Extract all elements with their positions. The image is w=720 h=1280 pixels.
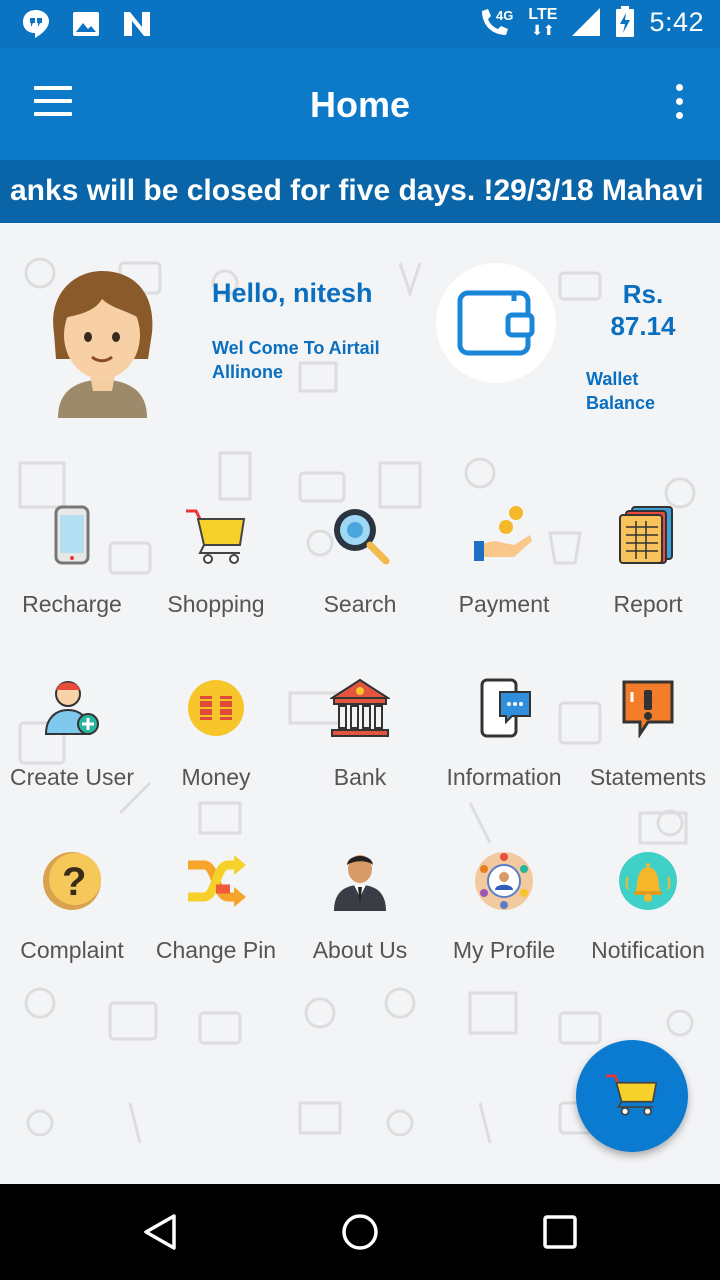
grid-label: My Profile [452, 937, 556, 963]
home-content: Hello, nitesh Wel Come To Airtail Allino… [0, 223, 720, 1184]
shuffle-arrows-icon [188, 855, 246, 907]
grid-item-report[interactable]: Report [576, 505, 720, 635]
grid-label: Money [181, 764, 251, 790]
wallet-balance: Rs. 87.14 [588, 278, 698, 342]
grid-item-recharge[interactable]: Recharge [0, 505, 144, 635]
balance-amount: 87.14 [610, 311, 676, 341]
image-icon [73, 12, 99, 36]
page-title: Home [309, 84, 411, 125]
home-icon[interactable] [340, 1212, 380, 1252]
wallet-button[interactable] [436, 263, 556, 383]
recents-icon[interactable] [540, 1212, 580, 1252]
grid-label: Change Pin [155, 937, 277, 963]
grid-label: Report [613, 591, 683, 617]
welcome-text: Wel Come To Airtail Allinone [212, 338, 380, 382]
balance-currency: Rs. [622, 279, 664, 309]
grid-label: Notification [591, 937, 705, 963]
grid-item-complaint[interactable]: ? Complaint [0, 851, 144, 981]
add-user-icon [44, 681, 99, 735]
wallet-icon [457, 290, 535, 356]
grid-item-shopping[interactable]: Shopping [144, 505, 288, 635]
hand-coins-icon [474, 506, 532, 561]
greeting-text: Hello, nitesh [212, 278, 373, 308]
shopping-cart-icon [606, 1074, 658, 1116]
grid-item-statements[interactable]: Statements [576, 678, 720, 808]
grid-item-my-profile[interactable]: My Profile [432, 851, 576, 981]
grid-item-about-us[interactable]: About Us [288, 851, 432, 981]
question-icon: ? [43, 852, 101, 910]
wifi-call-icon: 4G [482, 8, 514, 35]
magnifier-icon [334, 509, 390, 565]
grid-label: Create User [10, 764, 134, 790]
grid-item-payment[interactable]: Payment [432, 505, 576, 635]
back-icon[interactable] [140, 1212, 180, 1252]
data-arrows-icon: ⬇⬆ [531, 22, 555, 38]
grid-item-information[interactable]: Information [432, 678, 576, 808]
status-bar: 4G LTE ⬇⬆ 5:42 [0, 0, 720, 48]
alert-bubble-icon [622, 680, 674, 738]
lte-indicator: LTE ⬇⬆ [528, 6, 558, 38]
lte-label: LTE [528, 6, 558, 23]
grid-label: Recharge [22, 591, 122, 617]
grid-item-bank[interactable]: Bank [288, 678, 432, 808]
phone-chat-icon [480, 678, 531, 738]
battery-charging-icon [616, 6, 635, 37]
grid-item-notification[interactable]: Notification [576, 851, 720, 981]
grid-label: Statements [589, 764, 707, 790]
signal-icon [572, 8, 601, 36]
app-bar: Home [0, 48, 720, 160]
grid-label: Bank [333, 764, 387, 790]
system-nav-bar [0, 1184, 720, 1280]
grid-item-create-user[interactable]: Create User [0, 678, 144, 808]
hangouts-icon [23, 10, 49, 38]
avatar[interactable] [40, 263, 165, 418]
svg-text:?: ? [62, 860, 86, 904]
wallet-balance-label: Wallet Balance [586, 369, 656, 413]
clock: 5:42 [649, 6, 704, 37]
network-type: 4G [496, 8, 513, 23]
businessman-icon [334, 855, 386, 911]
grid-item-money[interactable]: Money [144, 678, 288, 808]
shopping-cart-icon [186, 509, 246, 564]
grid-label: About Us [312, 937, 408, 963]
news-ticker: anks will be closed for five days. !29/3… [0, 160, 720, 223]
grid-label: Payment [458, 591, 550, 617]
mobile-phone-icon [54, 505, 90, 565]
grid-label: Shopping [167, 591, 265, 617]
grid-label: Complaint [20, 937, 124, 963]
grid-label: Search [323, 591, 397, 617]
cart-fab-button[interactable] [576, 1040, 688, 1152]
bell-icon [619, 852, 677, 910]
n-icon [124, 12, 150, 36]
more-vert-icon[interactable] [672, 84, 686, 124]
report-sheets-icon [619, 506, 673, 564]
ticker-text: anks will be closed for five days. !29/3… [10, 174, 704, 207]
network-profile-icon [475, 852, 533, 910]
money-coin-icon [188, 680, 244, 736]
grid-item-change-pin[interactable]: Change Pin [144, 851, 288, 981]
bank-building-icon [330, 678, 390, 737]
grid-label: Information [446, 764, 562, 790]
grid-item-search[interactable]: Search [288, 505, 432, 635]
